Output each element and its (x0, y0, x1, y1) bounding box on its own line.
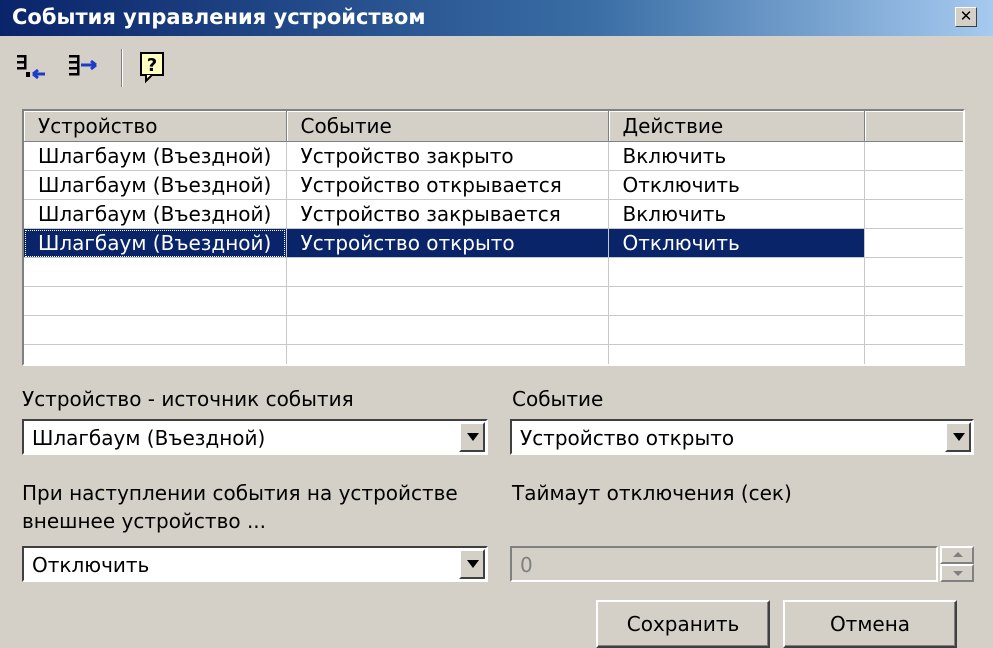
cell-empty (864, 170, 963, 200)
toolbar: ? (0, 36, 993, 100)
action-value: Отключить (32, 553, 150, 577)
events-table[interactable]: Устройство Событие Действие Шлагбаум (Въ… (22, 109, 965, 366)
save-button[interactable]: Сохранить (596, 600, 770, 648)
close-button[interactable]: ✕ (955, 7, 977, 27)
cell-event: Устройство открыто (286, 228, 609, 258)
help-icon[interactable]: ? (136, 50, 170, 84)
cell-action: Включить (608, 199, 865, 229)
action-label-line1: При наступлении события на устройстве (22, 481, 458, 505)
table-row[interactable]: Шлагбаум (Въездной) Устройство открывает… (24, 170, 963, 200)
cell-action: Отключить (608, 228, 865, 258)
timeout-field[interactable]: 0 (510, 546, 938, 582)
cell-event: Устройство открывается (286, 170, 609, 200)
table-row-empty[interactable] (24, 344, 963, 364)
table-header: Устройство Событие Действие (24, 111, 963, 142)
source-device-select[interactable]: Шлагбаум (Въездной) (22, 419, 488, 455)
timeout-stepper[interactable] (940, 546, 974, 582)
cell-device: Шлагбаум (Въездной) (24, 228, 287, 258)
chevron-down-icon[interactable] (945, 422, 971, 452)
toolbar-separator (121, 49, 123, 87)
cell-device: Шлагбаум (Въездной) (24, 199, 287, 229)
action-label-line2: внешнее устройство ... (22, 509, 267, 533)
column-header-device[interactable]: Устройство (24, 111, 287, 142)
stepper-up-icon[interactable] (940, 546, 974, 564)
export-icon[interactable] (66, 50, 100, 84)
table-row[interactable]: Шлагбаум (Въездной) Устройство закрывает… (24, 199, 963, 229)
table-row-empty[interactable] (24, 286, 963, 316)
source-device-value: Шлагбаум (Въездной) (32, 426, 266, 450)
cell-empty (864, 199, 963, 229)
cell-device: Шлагбаум (Въездной) (24, 170, 287, 200)
cell-empty (864, 228, 963, 258)
chevron-down-icon[interactable] (459, 549, 485, 579)
event-select[interactable]: Устройство открыто (510, 419, 974, 455)
table-row[interactable]: Шлагбаум (Въездной) Устройство закрыто В… (24, 141, 963, 171)
cell-action: Отключить (608, 170, 865, 200)
close-icon: ✕ (959, 7, 973, 25)
chevron-down-icon[interactable] (459, 422, 485, 452)
svg-text:?: ? (147, 55, 157, 76)
cell-empty (864, 141, 963, 171)
timeout-label: Таймаут отключения (сек) (512, 481, 792, 505)
cell-device: Шлагбаум (Въездной) (24, 141, 287, 171)
cancel-button[interactable]: Отмена (783, 600, 957, 648)
import-icon[interactable] (14, 50, 48, 84)
table-row-empty[interactable] (24, 257, 963, 287)
table-row-selected[interactable]: Шлагбаум (Въездной) Устройство открыто О… (24, 228, 963, 258)
column-header-empty[interactable] (864, 111, 963, 142)
stepper-down-icon[interactable] (940, 564, 974, 582)
source-device-label: Устройство - источник события (22, 387, 354, 411)
event-label: Событие (512, 387, 604, 411)
table-row-empty[interactable] (24, 315, 963, 345)
window-title: События управления устройством (12, 5, 426, 29)
cell-action: Включить (608, 141, 865, 171)
action-select[interactable]: Отключить (22, 546, 488, 582)
cell-event: Устройство закрыто (286, 141, 609, 171)
timeout-value: 0 (520, 553, 533, 577)
column-header-event[interactable]: Событие (286, 111, 609, 142)
cell-event: Устройство закрывается (286, 199, 609, 229)
column-header-action[interactable]: Действие (608, 111, 865, 142)
event-value: Устройство открыто (520, 426, 735, 450)
title-bar: События управления устройством ✕ (0, 0, 993, 36)
